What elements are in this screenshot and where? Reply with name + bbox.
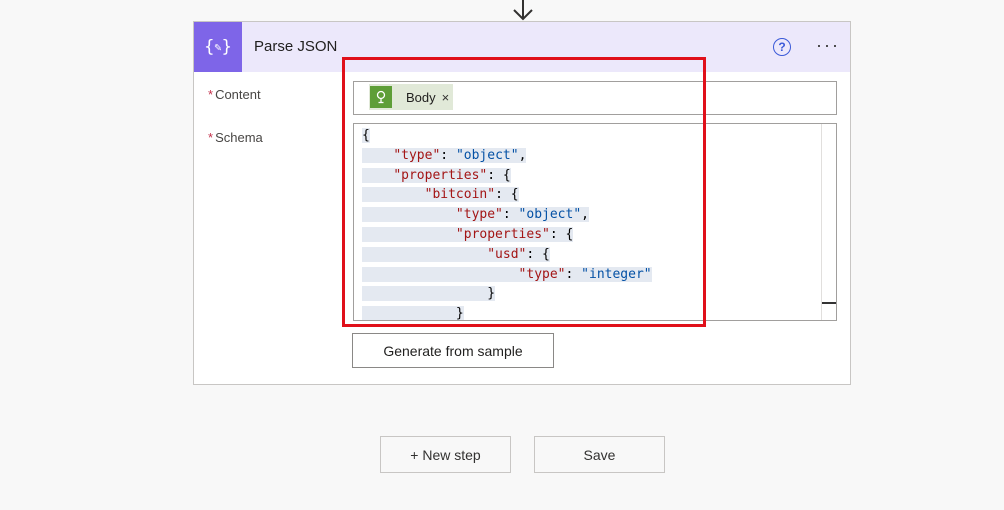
content-label: * Content <box>208 87 261 102</box>
code-line[interactable]: } <box>362 304 652 320</box>
schema-scrollbar[interactable] <box>821 124 836 320</box>
code-line[interactable]: } <box>362 284 652 304</box>
http-request-icon <box>370 86 392 108</box>
content-input[interactable]: Body × <box>353 81 837 115</box>
more-options-icon[interactable]: ··· <box>816 35 840 56</box>
code-line[interactable]: { <box>362 126 652 146</box>
code-line[interactable]: "type": "integer" <box>362 265 652 285</box>
arrow-down-icon <box>513 0 533 21</box>
new-step-button[interactable]: + New step <box>380 436 511 473</box>
save-button[interactable]: Save <box>534 436 665 473</box>
generate-from-sample-button[interactable]: Generate from sample <box>352 333 554 368</box>
code-line[interactable]: "type": "object", <box>362 146 652 166</box>
action-title: Parse JSON <box>254 38 338 55</box>
code-line[interactable]: "bitcoin": { <box>362 185 652 205</box>
help-icon[interactable]: ? <box>773 38 791 56</box>
token-label: Body <box>406 89 436 105</box>
code-line[interactable]: "type": "object", <box>362 205 652 225</box>
close-icon[interactable]: × <box>442 90 450 105</box>
schema-editor[interactable]: { "type": "object", "properties": { "bit… <box>353 123 837 321</box>
json-braces-icon: {✎} <box>194 22 242 72</box>
card-header[interactable]: {✎} Parse JSON ? ··· <box>194 22 850 72</box>
code-line[interactable]: "properties": { <box>362 166 652 186</box>
parse-json-card: {✎} Parse JSON ? ··· * Content Body × * Sc… <box>193 21 851 385</box>
schema-label: * Schema <box>208 130 263 145</box>
body-token[interactable]: Body × <box>369 84 454 110</box>
schema-code[interactable]: { "type": "object", "properties": { "bit… <box>362 126 652 320</box>
code-line[interactable]: "usd": { <box>362 245 652 265</box>
code-line[interactable]: "properties": { <box>362 225 652 245</box>
scroll-thumb[interactable] <box>822 302 836 304</box>
